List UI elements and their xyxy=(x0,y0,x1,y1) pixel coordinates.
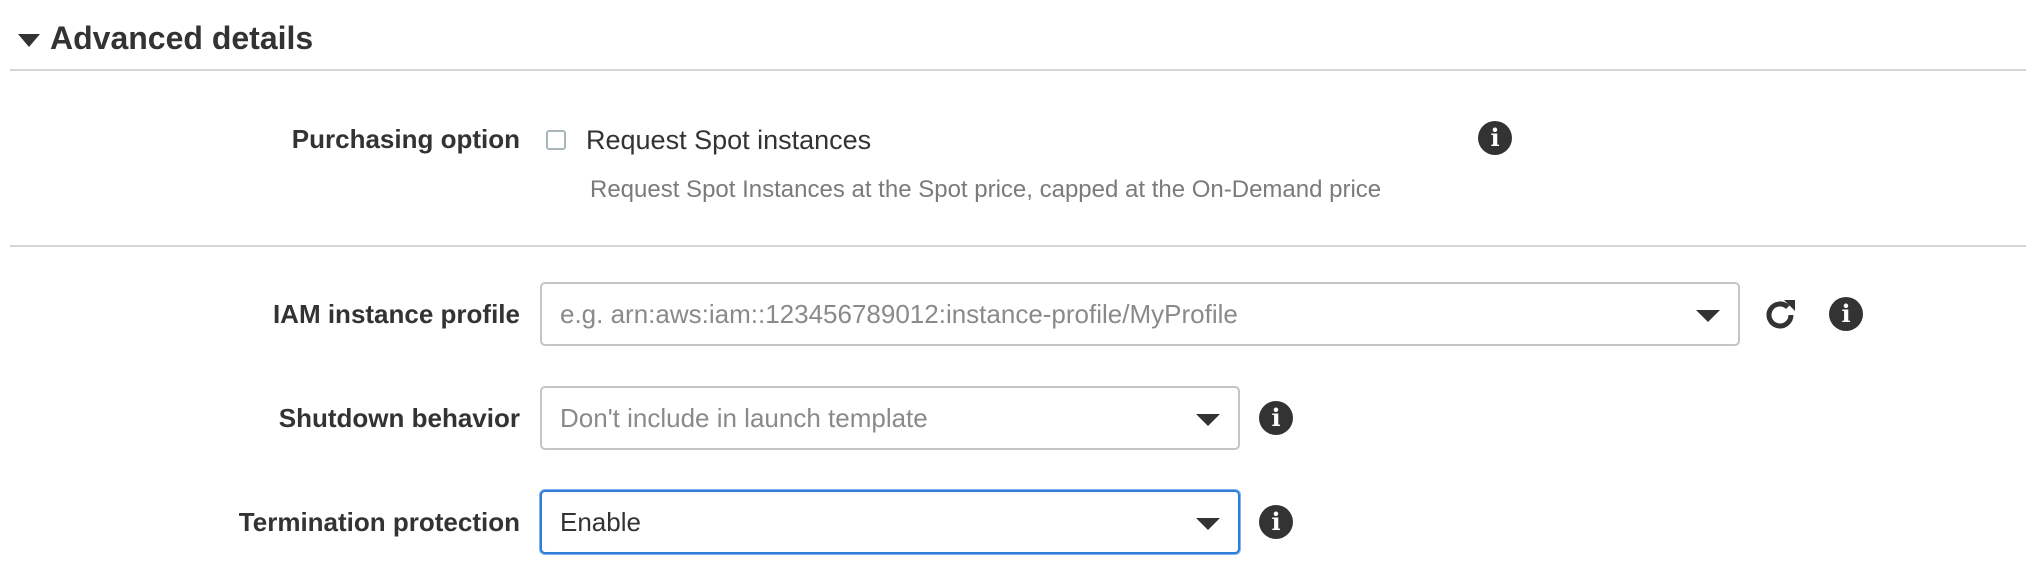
termination-protection-select[interactable]: Enable xyxy=(540,490,1240,554)
advanced-details-panel: Advanced details Purchasing option Reque… xyxy=(0,0,2026,584)
termination-protection-value: Enable xyxy=(560,506,641,537)
purchasing-option-label: Purchasing option xyxy=(291,124,520,154)
shutdown-behavior-label: Shutdown behavior xyxy=(278,403,520,433)
iam-instance-profile-select[interactable]: e.g. arn:aws:iam::123456789012:instance-… xyxy=(540,282,1740,346)
request-spot-checkbox-row[interactable]: Request Spot instances xyxy=(546,120,871,160)
section-title: Advanced details xyxy=(50,19,314,56)
shutdown-behavior-info-icon[interactable]: i xyxy=(1259,401,1293,435)
caret-down-icon xyxy=(18,33,40,47)
refresh-icon[interactable] xyxy=(1760,295,1800,335)
shutdown-behavior-placeholder: Don't include in launch template xyxy=(560,402,928,433)
purchasing-option-info-icon[interactable]: i xyxy=(1478,121,1512,155)
advanced-details-toggle[interactable]: Advanced details xyxy=(18,14,313,62)
chevron-down-icon xyxy=(1196,414,1220,426)
section-divider xyxy=(10,69,2026,71)
iam-instance-profile-placeholder: e.g. arn:aws:iam::123456789012:instance-… xyxy=(560,298,1238,329)
iam-instance-profile-label: IAM instance profile xyxy=(272,299,520,329)
termination-protection-label: Termination protection xyxy=(238,507,520,537)
shutdown-behavior-select[interactable]: Don't include in launch template xyxy=(540,386,1240,450)
row-divider xyxy=(10,245,2026,247)
chevron-down-icon xyxy=(1696,310,1720,322)
iam-instance-profile-info-icon[interactable]: i xyxy=(1829,297,1863,331)
termination-protection-info-icon[interactable]: i xyxy=(1259,505,1293,539)
chevron-down-icon xyxy=(1196,518,1220,530)
request-spot-checkbox[interactable] xyxy=(546,130,566,150)
purchasing-option-helper-text: Request Spot Instances at the Spot price… xyxy=(590,176,1382,203)
request-spot-checkbox-label[interactable]: Request Spot instances xyxy=(586,125,871,156)
